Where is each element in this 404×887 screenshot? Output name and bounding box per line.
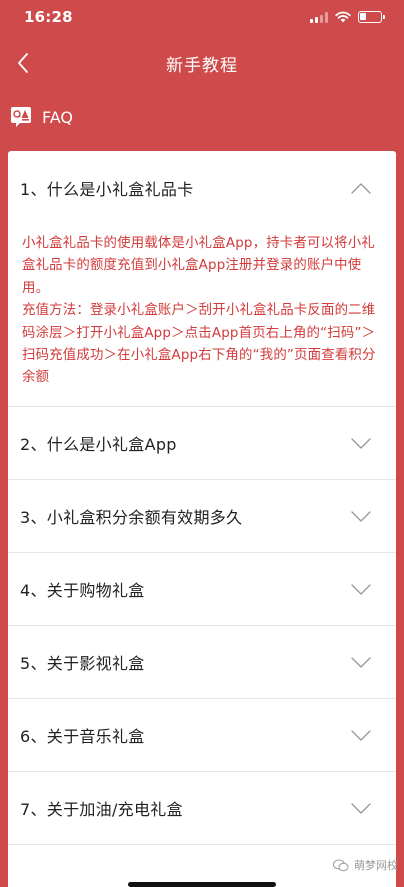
faq-answer-paragraph: 小礼盒礼品卡的使用载体是小礼盒App，持卡者可以将小礼盒礼品卡的额度充值到小礼盒… — [22, 236, 375, 296]
faq-question-row[interactable]: 3、小礼盒积分余额有效期多久 — [8, 480, 396, 552]
chevron-left-icon — [18, 53, 28, 73]
chevron-down-icon — [351, 438, 371, 449]
faq-item: 5、关于影视礼盒 — [8, 626, 396, 699]
faq-question-row[interactable]: 5、关于影视礼盒 — [8, 626, 396, 698]
faq-answer-paragraph: 充值方法：登录小礼盒账户＞刮开小礼盒礼品卡反面的二维码涂层＞打开小礼盒App＞点… — [22, 303, 376, 386]
faq-question-row[interactable]: 2、什么是小礼盒App — [8, 407, 396, 479]
faq-question-row[interactable]: 1、什么是小礼盒礼品卡 — [8, 151, 396, 225]
faq-item: 3、小礼盒积分余额有效期多久 — [8, 480, 396, 553]
chevron-down-icon — [351, 730, 371, 741]
battery-icon — [358, 11, 385, 23]
faq-answer: 小礼盒礼品卡的使用载体是小礼盒App，持卡者可以将小礼盒礼品卡的额度充值到小礼盒… — [8, 225, 396, 406]
faq-question: 3、小礼盒积分余额有效期多久 — [20, 507, 243, 527]
faq-item: 2、什么是小礼盒App — [8, 407, 396, 480]
wechat-icon — [333, 859, 349, 871]
chevron-down-icon — [351, 803, 371, 814]
faq-question: 6、关于音乐礼盒 — [20, 726, 145, 746]
watermark-text: 萌梦网校 — [354, 859, 398, 872]
faq-item: 7、关于加油/充电礼盒 — [8, 772, 396, 845]
page-title: 新手教程 — [166, 55, 238, 76]
faq-question-row[interactable]: 4、关于购物礼盒 — [8, 553, 396, 625]
status-icons — [310, 11, 385, 23]
faq-heading: FAQ — [10, 103, 73, 131]
faq-card: 1、什么是小礼盒礼品卡 小礼盒礼品卡的使用载体是小礼盒App，持卡者可以将小礼盒… — [8, 151, 396, 887]
wifi-icon — [335, 11, 351, 23]
back-button[interactable] — [6, 46, 40, 80]
faq-question: 2、什么是小礼盒App — [20, 434, 177, 454]
home-indicator — [128, 882, 276, 887]
faq-item: 4、关于购物礼盒 — [8, 553, 396, 626]
status-time: 16:28 — [24, 8, 73, 26]
chevron-down-icon — [351, 584, 371, 595]
faq-question-row[interactable]: 6、关于音乐礼盒 — [8, 699, 396, 771]
chevron-down-icon — [351, 657, 371, 668]
chevron-down-icon — [351, 511, 371, 522]
chevron-up-icon — [351, 183, 371, 194]
faq-question: 5、关于影视礼盒 — [20, 653, 145, 673]
faq-question: 1、什么是小礼盒礼品卡 — [20, 180, 194, 199]
battery-level — [360, 13, 366, 20]
faq-question: 7、关于加油/充电礼盒 — [20, 799, 183, 819]
nav-bar: 新手教程 — [0, 40, 404, 86]
faq-question: 4、关于购物礼盒 — [20, 580, 145, 600]
faq-question-row[interactable]: 7、关于加油/充电礼盒 — [8, 772, 396, 844]
faq-item: 1、什么是小礼盒礼品卡 小礼盒礼品卡的使用载体是小礼盒App，持卡者可以将小礼盒… — [8, 151, 396, 407]
faq-label: FAQ — [42, 107, 73, 127]
cellular-signal-icon — [310, 11, 328, 23]
faq-icon — [11, 107, 31, 127]
status-bar: 16:28 — [0, 0, 404, 34]
watermark: 萌梦网校 — [333, 857, 398, 873]
faq-item: 6、关于音乐礼盒 — [8, 699, 396, 772]
